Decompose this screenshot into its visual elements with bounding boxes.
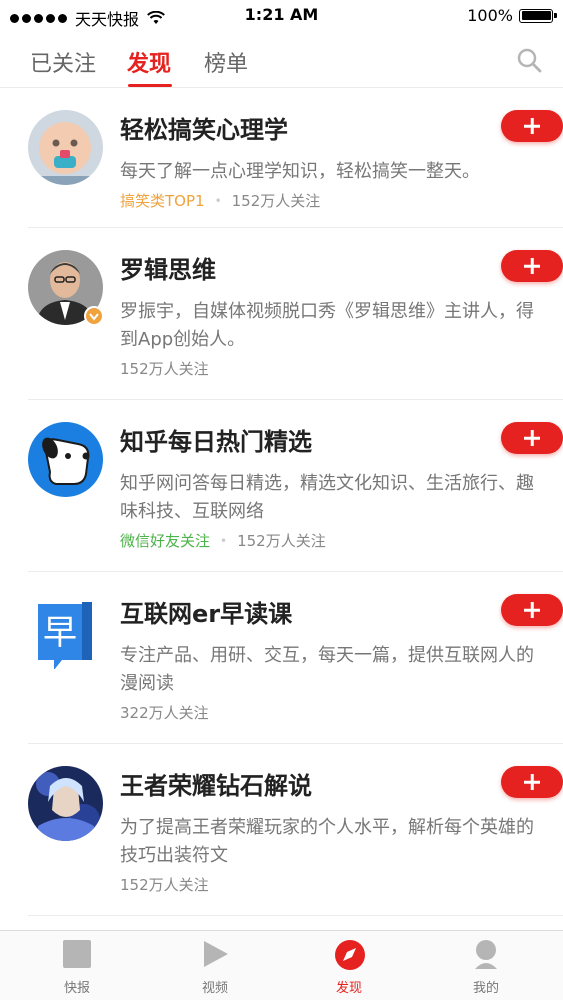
follower-count: 152万人关注 — [120, 876, 209, 894]
list-item[interactable]: 王者荣耀钻石解说 为了提高王者荣耀玩家的个人水平，解析每个英雄的技巧出装符文 1… — [28, 744, 563, 916]
tab-discover[interactable]: 发现 — [127, 46, 171, 78]
discover-feed: 轻松搞笑心理学 每天了解一点心理学知识，轻松搞笑一整天。 搞笑类TOP1 • 1… — [0, 88, 563, 916]
tab-label: 快报 — [63, 981, 90, 996]
tab-label: 发现 — [335, 981, 362, 996]
item-meta: 322万人关注 — [120, 702, 209, 723]
user-icon — [471, 939, 501, 969]
status-right: 100% — [467, 6, 557, 25]
tab-label: 我的 — [472, 981, 499, 996]
item-title: 王者荣耀钻石解说 — [120, 772, 312, 800]
baby-avatar-icon — [28, 110, 103, 185]
follower-count: 152万人关注 — [231, 192, 321, 210]
follow-button[interactable] — [501, 250, 563, 282]
battery-percent: 100% — [467, 6, 513, 25]
item-title: 互联网er早读课 — [120, 600, 293, 628]
svg-text:早: 早 — [43, 613, 77, 653]
list-item[interactable]: 早 互联网er早读课 专注产品、用研、交互，每天一篇，提供互联网人的漫阅读 32… — [28, 572, 563, 744]
play-icon — [200, 939, 230, 969]
item-meta: 152万人关注 — [120, 358, 209, 379]
bottom-tab-bar: 快报 视频 发现 我的 — [0, 930, 563, 1000]
book-avatar-icon: 早 — [38, 602, 92, 670]
item-description: 罗振宇，自媒体视频脱口秀《罗辑思维》主讲人，得到App创始人。 — [120, 301, 534, 350]
tab-news[interactable]: 快报 — [37, 939, 117, 996]
item-title: 轻松搞笑心理学 — [120, 116, 288, 144]
follow-button[interactable] — [501, 422, 563, 454]
top-tab-bar: 已关注 发现 榜单 — [0, 32, 563, 88]
list-item[interactable]: 知乎每日热门精选 知乎网问答每日精选，精选文化知识、生活旅行、趣味科技、互联网络… — [28, 400, 563, 572]
follow-button[interactable] — [501, 766, 563, 798]
meta-separator: • — [220, 533, 228, 548]
dog-avatar-icon — [28, 422, 103, 497]
item-description: 专注产品、用研、交互，每天一篇，提供互联网人的漫阅读 — [120, 645, 534, 694]
follow-button[interactable] — [501, 594, 563, 626]
avatar[interactable] — [28, 422, 103, 497]
follower-count: 322万人关注 — [120, 704, 209, 722]
follower-count: 152万人关注 — [237, 532, 326, 550]
active-tab-indicator — [128, 84, 172, 87]
list-item[interactable]: 罗辑思维 罗振宇，自媒体视频脱口秀《罗辑思维》主讲人，得到App创始人。 152… — [28, 228, 563, 400]
item-meta: 微信好友关注 • 152万人关注 — [120, 530, 326, 551]
status-bar: 天天快报 1:21 AM 100% — [0, 0, 563, 32]
tab-label: 视频 — [201, 981, 228, 996]
news-icon — [62, 939, 92, 969]
battery-icon — [519, 8, 557, 23]
item-description: 为了提高王者荣耀玩家的个人水平，解析每个英雄的技巧出装符文 — [120, 817, 534, 866]
item-meta: 152万人关注 — [120, 874, 209, 895]
list-item[interactable]: 轻松搞笑心理学 每天了解一点心理学知识，轻松搞笑一整天。 搞笑类TOP1 • 1… — [28, 88, 563, 228]
item-tag: 微信好友关注 — [120, 532, 211, 550]
avatar[interactable] — [28, 110, 103, 185]
tab-rankings[interactable]: 榜单 — [204, 46, 248, 78]
verified-badge-icon — [84, 306, 104, 326]
tab-me[interactable]: 我的 — [446, 939, 526, 996]
item-meta: 搞笑类TOP1 • 152万人关注 — [120, 190, 320, 211]
item-description: 每天了解一点心理学知识，轻松搞笑一整天。 — [120, 161, 480, 182]
avatar[interactable] — [28, 766, 103, 841]
item-title: 罗辑思维 — [120, 256, 216, 284]
search-icon[interactable] — [515, 46, 543, 74]
tab-video[interactable]: 视频 — [175, 939, 255, 996]
item-title: 知乎每日热门精选 — [120, 428, 312, 456]
meta-separator: • — [214, 193, 222, 208]
compass-icon — [334, 939, 365, 970]
tab-discover-bottom[interactable]: 发现 — [309, 939, 389, 996]
game-avatar-icon — [28, 766, 103, 841]
follower-count: 152万人关注 — [120, 360, 209, 378]
tab-following[interactable]: 已关注 — [30, 46, 96, 78]
avatar[interactable]: 早 — [28, 594, 103, 670]
item-description: 知乎网问答每日精选，精选文化知识、生活旅行、趣味科技、互联网络 — [120, 473, 534, 522]
item-tag: 搞笑类TOP1 — [120, 192, 205, 210]
follow-button[interactable] — [501, 110, 563, 142]
